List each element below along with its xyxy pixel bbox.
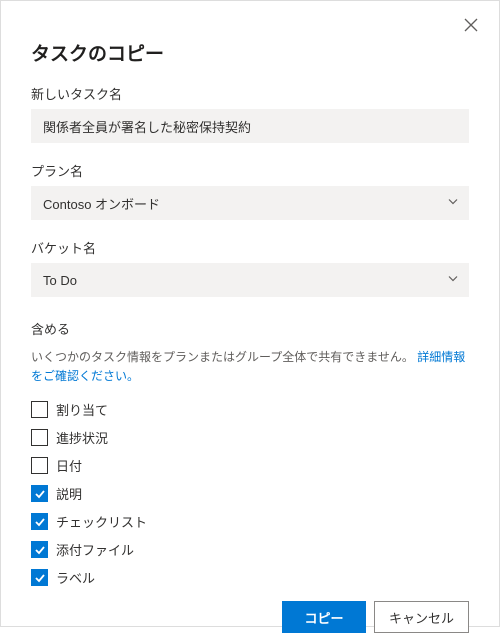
include-label: 含める — [31, 319, 469, 338]
include-option[interactable]: 添付ファイル — [31, 540, 469, 559]
field-task-name: 新しいタスク名 — [31, 84, 469, 143]
bucket-select-value: To Do — [43, 273, 77, 288]
checkbox-unchecked-icon — [31, 401, 48, 418]
chevron-down-icon — [447, 273, 459, 288]
help-text-body: いくつかのタスク情報をプランまたはグループ全体で共有できません。 — [31, 350, 414, 364]
plan-select[interactable]: Contoso オンボード — [31, 186, 469, 220]
include-option-label: 説明 — [56, 484, 82, 503]
include-check-list: 割り当て進捗状況日付説明チェックリスト添付ファイルラベル — [31, 400, 469, 587]
include-option-label: 日付 — [56, 456, 82, 475]
include-option-label: 添付ファイル — [56, 540, 134, 559]
task-name-input[interactable] — [31, 109, 469, 143]
checkbox-checked-icon — [31, 569, 48, 586]
include-option[interactable]: 割り当て — [31, 400, 469, 419]
include-option[interactable]: ラベル — [31, 568, 469, 587]
include-option[interactable]: 説明 — [31, 484, 469, 503]
field-plan: プラン名 Contoso オンボード — [31, 161, 469, 220]
include-option[interactable]: 日付 — [31, 456, 469, 475]
checkbox-checked-icon — [31, 513, 48, 530]
close-button[interactable] — [457, 11, 485, 39]
checkbox-unchecked-icon — [31, 429, 48, 446]
close-icon — [464, 18, 478, 32]
plan-select-value: Contoso オンボード — [43, 194, 160, 213]
bucket-select[interactable]: To Do — [31, 263, 469, 297]
checkbox-checked-icon — [31, 485, 48, 502]
copy-button[interactable]: コピー — [282, 601, 366, 633]
cancel-button[interactable]: キャンセル — [374, 601, 469, 633]
include-option-label: チェックリスト — [56, 512, 147, 531]
chevron-down-icon — [447, 196, 459, 211]
bucket-label: バケット名 — [31, 238, 469, 257]
include-help-text: いくつかのタスク情報をプランまたはグループ全体で共有できません。 詳細情報をご確… — [31, 348, 469, 386]
include-option[interactable]: 進捗状況 — [31, 428, 469, 447]
include-option-label: 進捗状況 — [56, 428, 108, 447]
include-option[interactable]: チェックリスト — [31, 512, 469, 531]
copy-task-dialog: タスクのコピー 新しいタスク名 プラン名 Contoso オンボード バケット名… — [0, 0, 500, 627]
include-section: 含める いくつかのタスク情報をプランまたはグループ全体で共有できません。 詳細情… — [31, 319, 469, 587]
include-option-label: 割り当て — [56, 400, 108, 419]
checkbox-unchecked-icon — [31, 457, 48, 474]
dialog-title: タスクのコピー — [31, 39, 469, 66]
include-option-label: ラベル — [56, 568, 95, 587]
plan-label: プラン名 — [31, 161, 469, 180]
checkbox-checked-icon — [31, 541, 48, 558]
field-bucket: バケット名 To Do — [31, 238, 469, 297]
task-name-label: 新しいタスク名 — [31, 84, 469, 103]
dialog-footer: コピー キャンセル — [31, 587, 469, 633]
